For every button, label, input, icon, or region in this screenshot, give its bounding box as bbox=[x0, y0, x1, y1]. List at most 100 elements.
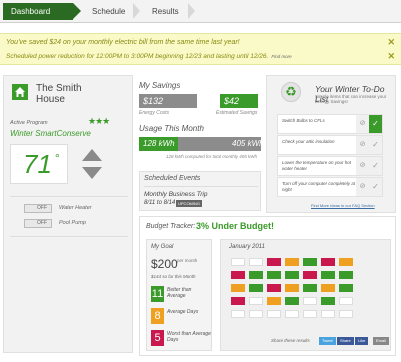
share-email-button[interactable]: Email bbox=[373, 337, 390, 345]
program-name[interactable]: Winter SmartConserve bbox=[10, 129, 91, 138]
water-heater-toggle[interactable]: OFF bbox=[24, 204, 52, 213]
pool-pump-toggle[interactable]: OFF bbox=[24, 219, 52, 228]
calendar-day[interactable] bbox=[231, 258, 245, 266]
dismiss-icon[interactable]: ⊘ bbox=[356, 178, 369, 196]
calendar-day[interactable] bbox=[303, 310, 317, 318]
todo-item[interactable]: Turn off your computer completely at nig… bbox=[277, 177, 383, 197]
calendar-day[interactable] bbox=[231, 310, 245, 318]
todo-item-label: Turn off your computer completely at nig… bbox=[282, 181, 355, 192]
calendar-day[interactable] bbox=[267, 310, 281, 318]
divider bbox=[10, 196, 128, 197]
calendar-day[interactable] bbox=[339, 258, 353, 266]
house-icon bbox=[12, 84, 28, 100]
calendar-day[interactable] bbox=[321, 297, 335, 305]
alert-more-link[interactable]: Find more bbox=[271, 54, 291, 59]
day-stat-label: Average Days bbox=[167, 309, 199, 315]
calendar-day[interactable] bbox=[321, 271, 335, 279]
temperature-unit: ° bbox=[55, 151, 60, 165]
temperature-up-icon[interactable] bbox=[82, 149, 102, 161]
calendar-day[interactable] bbox=[249, 271, 263, 279]
calendar-day[interactable] bbox=[285, 271, 299, 279]
usage-bar-fill: 128 kWh bbox=[139, 137, 179, 151]
checkmark-icon[interactable]: ✓ bbox=[369, 157, 382, 175]
alert-power-reduction: Scheduled power reduction for 12:00PM to… bbox=[6, 53, 292, 60]
day-stat-label: Better than Average bbox=[167, 287, 192, 299]
tab-results[interactable]: Results bbox=[140, 3, 190, 20]
calendar-day[interactable] bbox=[249, 284, 263, 292]
calendar-day[interactable] bbox=[231, 271, 245, 279]
calendar-day[interactable] bbox=[249, 310, 263, 318]
calendar-day[interactable] bbox=[285, 258, 299, 266]
dashboard-root: { "colors": { "accent": "#3a9a2a", "nav_… bbox=[0, 0, 401, 362]
todo-item[interactable]: Switch Bulbs to CFLs ⊘ ✓ bbox=[277, 114, 383, 134]
share-tweet-button[interactable]: Tweet bbox=[319, 337, 336, 345]
goal-panel: My Goal $200 per month $144 so far this … bbox=[146, 239, 212, 351]
calendar-day[interactable] bbox=[339, 271, 353, 279]
checkmark-icon[interactable]: ✓ bbox=[369, 136, 382, 154]
tab-dashboard[interactable]: Dashboard bbox=[3, 3, 81, 20]
event-dates: 8/11 to 8/14 bbox=[144, 200, 176, 206]
calendar-day[interactable] bbox=[303, 271, 317, 279]
top-nav: Dashboard Schedule Results bbox=[0, 0, 401, 23]
calendar-day[interactable] bbox=[267, 271, 281, 279]
tab-schedule[interactable]: Schedule bbox=[82, 3, 140, 20]
calendar-day[interactable] bbox=[267, 258, 281, 266]
calendar-day[interactable] bbox=[231, 297, 245, 305]
checkmark-icon[interactable]: ✓ bbox=[369, 178, 382, 196]
share-like-button[interactable]: Like bbox=[355, 337, 369, 345]
share-share-button[interactable]: Share bbox=[337, 337, 354, 345]
goal-title: My Goal bbox=[151, 244, 174, 250]
budget-status: 3% Under Budget! bbox=[196, 221, 275, 231]
share-label: Share these results bbox=[271, 338, 310, 343]
calendar-day[interactable] bbox=[321, 310, 335, 318]
calendar-day[interactable] bbox=[339, 284, 353, 292]
event-name[interactable]: Monthly Business Trip bbox=[144, 191, 207, 198]
calendar-day[interactable] bbox=[249, 297, 263, 305]
calendar-day[interactable] bbox=[249, 258, 263, 266]
events-title: Scheduled Events bbox=[144, 175, 201, 182]
todo-subtitle: Simple items that can increase your Ener… bbox=[315, 94, 387, 104]
calendar-day[interactable] bbox=[339, 310, 353, 318]
calendar-day[interactable] bbox=[231, 284, 245, 292]
todo-item-label: Check your attic insulation bbox=[282, 139, 335, 144]
todo-item[interactable]: Lower the temperature on your hot water … bbox=[277, 156, 383, 176]
checkmark-icon[interactable]: ✓ bbox=[369, 115, 382, 133]
temperature-down-icon[interactable] bbox=[82, 167, 102, 179]
usage-total: 405 kWh bbox=[232, 139, 264, 148]
scheduled-events-panel: Scheduled Events Monthly Business Trip 8… bbox=[139, 171, 261, 211]
calendar-day[interactable] bbox=[267, 284, 281, 292]
divider bbox=[144, 186, 258, 187]
close-icon[interactable]: ✕ bbox=[387, 37, 395, 48]
calendar-day[interactable] bbox=[285, 297, 299, 305]
close-icon[interactable]: ✕ bbox=[387, 51, 395, 62]
calendar-day[interactable] bbox=[321, 258, 335, 266]
home-panel: The Smith House Active Program ★★★ Winte… bbox=[3, 75, 133, 353]
calendar-day[interactable] bbox=[321, 284, 335, 292]
calendar-day[interactable] bbox=[339, 297, 353, 305]
dismiss-icon[interactable]: ⊘ bbox=[356, 157, 369, 175]
todo-panel: ♻ Your Winter To-Do List Simple items th… bbox=[266, 75, 396, 213]
dismiss-icon[interactable]: ⊘ bbox=[356, 136, 369, 154]
goal-amount: $200 bbox=[151, 257, 178, 271]
calendar-day[interactable] bbox=[285, 310, 299, 318]
recycle-icon: ♻ bbox=[281, 82, 301, 102]
divider bbox=[10, 236, 128, 237]
savings-title: My Savings bbox=[139, 81, 181, 90]
todo-item[interactable]: Check your attic insulation ⊘ ✓ bbox=[277, 135, 383, 155]
calendar-day[interactable] bbox=[303, 284, 317, 292]
house-name: The Smith House bbox=[36, 83, 82, 105]
chevron-separator-icon bbox=[188, 3, 195, 19]
estimated-savings-label: Estimated Savings bbox=[216, 110, 258, 116]
alert-savings: You've saved $24 on your monthly electri… bbox=[6, 39, 240, 46]
day-stat-count: 5 bbox=[151, 330, 164, 346]
dismiss-icon[interactable]: ⊘ bbox=[356, 115, 369, 133]
calendar-day[interactable] bbox=[267, 297, 281, 305]
calendar-day[interactable] bbox=[285, 284, 299, 292]
day-stat-count: 11 bbox=[151, 286, 164, 302]
faq-link[interactable]: Find More Ideas in our FAQ Section bbox=[311, 203, 375, 208]
budget-calendar: January 2011 Share these results Tweet Sh… bbox=[220, 239, 391, 351]
calendar-day[interactable] bbox=[303, 258, 317, 266]
usage-note: 128 kWh computed for total monthly 405 k… bbox=[166, 154, 258, 159]
budget-tracker: Budget Tracker: 3% Under Budget! My Goal… bbox=[139, 216, 396, 356]
calendar-day[interactable] bbox=[303, 297, 317, 305]
